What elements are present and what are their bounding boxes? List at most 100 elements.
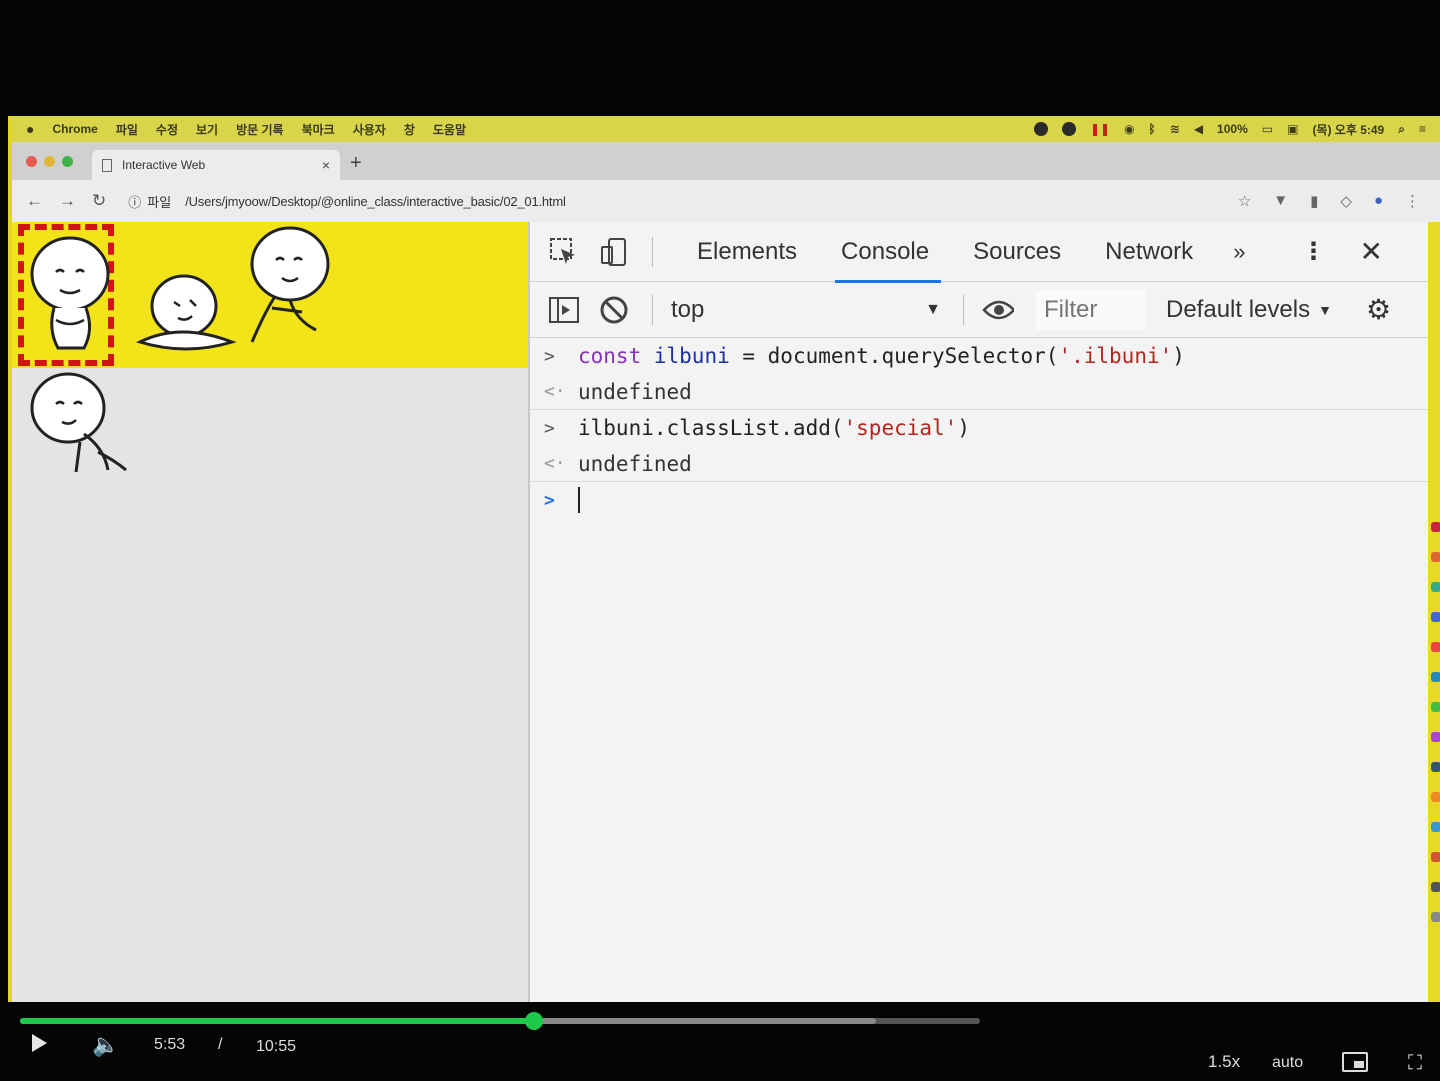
dock-app-icon[interactable] — [1431, 522, 1440, 532]
bookmark-star-icon[interactable]: ☆ — [1238, 192, 1251, 210]
tab-elements[interactable]: Elements — [697, 222, 797, 282]
status-record-icon[interactable] — [1061, 122, 1076, 136]
live-expression-eye-icon[interactable] — [982, 294, 1014, 326]
video-player-controls: 🔈 5:53 / 10:55 1.5x auto ⛶ — [0, 1030, 1440, 1081]
status-cloud-icon[interactable]: ◉ — [1124, 122, 1134, 136]
devtools-close-icon[interactable]: ✕ — [1359, 235, 1382, 268]
show-sidebar-icon[interactable] — [548, 294, 580, 326]
browser-menu-icon[interactable]: ⋮ — [1405, 192, 1420, 210]
tab-sources[interactable]: Sources — [973, 222, 1061, 282]
play-button[interactable] — [32, 1034, 47, 1052]
video-progress-bar[interactable] — [20, 1012, 980, 1030]
clear-console-icon[interactable] — [598, 294, 630, 326]
tab-title: Interactive Web — [122, 158, 206, 172]
device-toolbar-icon[interactable] — [598, 236, 630, 268]
pause-icon[interactable]: ❚❚ — [1090, 122, 1110, 136]
dock-app-icon[interactable] — [1431, 882, 1440, 892]
menu-app[interactable]: Chrome — [52, 122, 97, 136]
url-text[interactable]: /Users/jmyoow/Desktop/@online_class/inte… — [185, 194, 566, 209]
minimize-window-button[interactable] — [44, 156, 55, 167]
notification-icon[interactable]: ≡ — [1419, 122, 1426, 136]
volume-icon[interactable]: ◀ — [1194, 122, 1203, 136]
picture-in-picture-button[interactable] — [1342, 1052, 1368, 1072]
zoom-window-button[interactable] — [62, 156, 73, 167]
menu-bookmarks[interactable]: 북마크 — [302, 121, 335, 138]
log-levels-label: Default levels — [1166, 295, 1311, 323]
input-method-icon[interactable]: ▣ — [1287, 122, 1298, 136]
info-icon[interactable]: ⓘ — [128, 192, 141, 211]
dock-app-icon[interactable] — [1431, 702, 1440, 712]
forward-arrow-icon[interactable]: → — [59, 191, 76, 211]
menu-file[interactable]: 파일 — [116, 121, 138, 138]
tab-network[interactable]: Network — [1105, 222, 1193, 282]
apple-icon[interactable]: ● — [26, 121, 34, 137]
battery-percent[interactable]: 100% — [1217, 122, 1248, 136]
dock-app-icon[interactable] — [1431, 822, 1440, 832]
scheme-label: 파일 — [147, 194, 172, 210]
dock-app-icon[interactable] — [1431, 582, 1440, 592]
extension-filter-icon[interactable]: ▼ — [1273, 192, 1288, 210]
new-tab-button[interactable]: + — [350, 152, 362, 175]
menu-people[interactable]: 사용자 — [353, 121, 386, 138]
code-text: = document.querySelector( — [729, 344, 1059, 368]
extension-tag-icon[interactable]: ◇ — [1340, 192, 1352, 210]
menubar-clock[interactable]: (목) 오후 5:49 — [1312, 121, 1384, 138]
video-progress-fill — [20, 1018, 534, 1024]
console-settings-gear-icon[interactable]: ⚙ — [1366, 293, 1391, 326]
page-viewport — [12, 222, 528, 1002]
console-input-line: > const ilbuni = document.querySelector(… — [530, 338, 1428, 374]
battery-icon[interactable]: ▭ — [1262, 122, 1273, 136]
fullscreen-icon[interactable]: ⛶ — [1408, 1052, 1422, 1075]
log-levels-dropdown[interactable]: Default levels ▼ — [1166, 296, 1332, 324]
dock-app-icon[interactable] — [1431, 762, 1440, 772]
volume-icon[interactable]: 🔈 — [92, 1032, 119, 1058]
extension-bookmark-icon[interactable]: ▮ — [1310, 192, 1318, 210]
console-output[interactable]: > const ilbuni = document.querySelector(… — [530, 338, 1428, 518]
ilbuni-character-standing[interactable] — [26, 228, 116, 358]
wifi-icon[interactable]: ≋ — [1170, 122, 1180, 136]
dock-app-icon[interactable] — [1431, 852, 1440, 862]
quality-button[interactable]: auto — [1272, 1054, 1303, 1072]
video-scrub-handle[interactable] — [524, 1012, 543, 1030]
status-app-icon[interactable] — [1033, 122, 1048, 136]
menu-window[interactable]: 창 — [404, 121, 415, 138]
dock-app-icon[interactable] — [1431, 732, 1440, 742]
time-separator: / — [218, 1036, 223, 1053]
ilbuni-character-lying[interactable] — [130, 268, 240, 358]
profile-avatar-icon[interactable]: ● — [1374, 192, 1383, 210]
menu-history[interactable]: 방문 기록 — [236, 121, 284, 138]
back-arrow-icon[interactable]: ← — [26, 191, 43, 211]
tab-interactive-web[interactable]: Interactive Web × — [92, 150, 340, 180]
devtools-menu-icon[interactable]: ⋮ — [1301, 237, 1325, 266]
more-tabs-icon[interactable]: » — [1233, 239, 1245, 265]
tab-console[interactable]: Console — [835, 222, 942, 283]
reload-icon[interactable]: ↻ — [92, 191, 106, 211]
code-text-end: ) — [1172, 344, 1185, 368]
dock-app-icon[interactable] — [1431, 912, 1440, 922]
toolbar-divider — [652, 236, 653, 267]
ilbuni-character-running[interactable] — [228, 224, 338, 354]
context-selector[interactable]: top ▼ — [671, 296, 941, 324]
menu-view[interactable]: 보기 — [196, 121, 218, 138]
code-string: '.ilbuni' — [1058, 344, 1173, 368]
ilbuni-character-walking[interactable] — [24, 368, 144, 478]
bluetooth-icon[interactable]: ᛒ — [1149, 122, 1156, 136]
dock-app-icon[interactable] — [1431, 672, 1440, 682]
close-window-button[interactable] — [26, 156, 37, 167]
dock-app-icon[interactable] — [1431, 792, 1440, 802]
dock-app-icon[interactable] — [1431, 552, 1440, 562]
console-filter-input[interactable] — [1036, 289, 1146, 330]
dock-app-icon[interactable] — [1431, 642, 1440, 652]
console-bar-divider — [652, 294, 653, 325]
menu-help[interactable]: 도움말 — [433, 121, 466, 138]
console-prompt[interactable]: > — [530, 482, 1428, 518]
dock-app-icon[interactable] — [1431, 612, 1440, 622]
current-time: 5:53 — [154, 1036, 186, 1053]
tab-close-icon[interactable]: × — [322, 157, 330, 173]
inspect-element-icon[interactable] — [548, 236, 580, 268]
dropdown-arrow-icon: ▼ — [925, 300, 941, 318]
console-result-line: <· undefined — [530, 446, 1428, 482]
menu-edit[interactable]: 수정 — [156, 121, 178, 138]
playback-speed-button[interactable]: 1.5x — [1208, 1052, 1240, 1072]
spotlight-icon[interactable]: ⌕ — [1398, 122, 1405, 137]
